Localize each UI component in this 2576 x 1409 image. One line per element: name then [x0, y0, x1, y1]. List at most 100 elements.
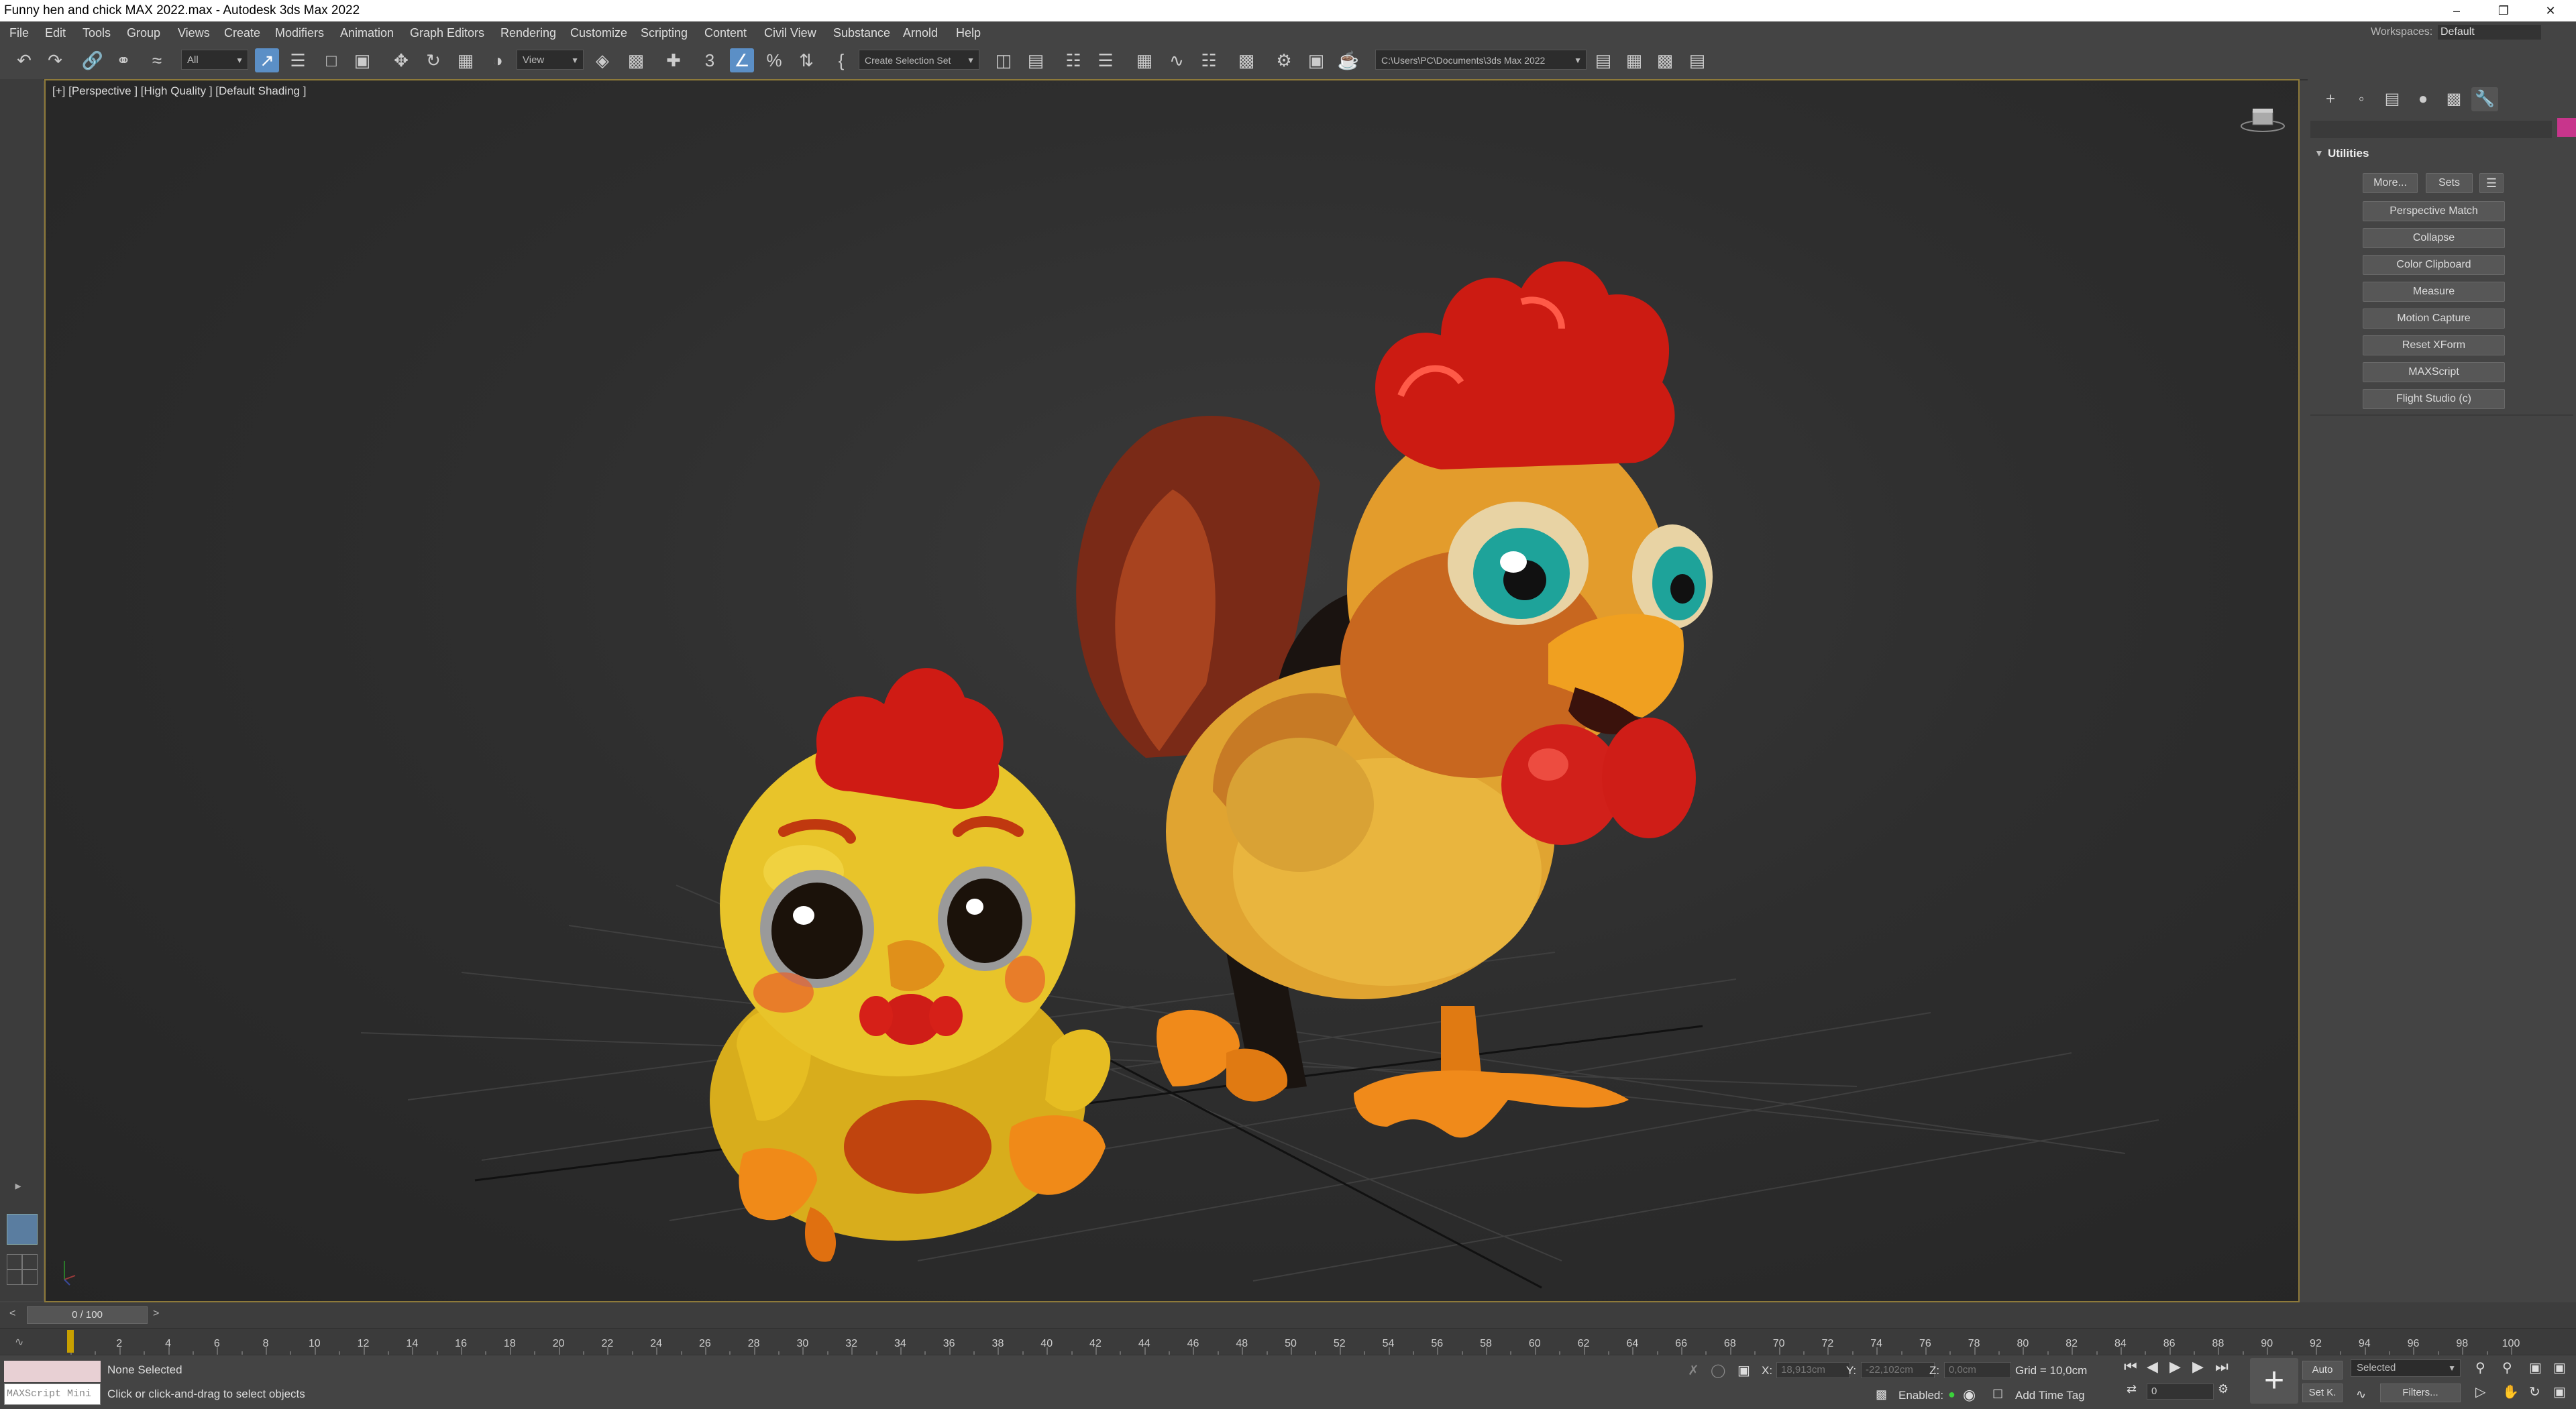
z-coord-field[interactable]: 0,0cm	[1944, 1362, 2011, 1378]
restore-icon[interactable]: ❐	[2483, 0, 2524, 21]
mirror-icon[interactable]: ◫	[991, 48, 1016, 72]
y-coord-field[interactable]: -22,102cm	[1861, 1362, 1935, 1378]
time-slider[interactable]: < 0 / 100 >	[0, 1302, 2576, 1328]
color-clipboard-button[interactable]: Color Clipboard	[2363, 255, 2505, 275]
display-tab-icon[interactable]: ▩	[2440, 87, 2467, 111]
layer-explorer-icon[interactable]: ☰	[1093, 48, 1118, 72]
rotate-icon[interactable]: ↻	[421, 48, 445, 72]
menu-scripting[interactable]: Scripting	[641, 26, 688, 40]
pivot-center-icon[interactable]: ◈	[590, 48, 614, 72]
current-frame-field[interactable]: 0	[2147, 1384, 2214, 1400]
rendered-frame-window-icon[interactable]: ▣	[1304, 48, 1328, 72]
orbit-icon[interactable]: ↻	[2529, 1384, 2540, 1400]
scene-explorer-icon[interactable]: ☷	[1061, 48, 1085, 72]
adaptive-degradation-icon[interactable]: ▩	[1876, 1388, 1887, 1402]
minimize-icon[interactable]: –	[2436, 0, 2477, 21]
lock-selection-icon[interactable]: ◯	[1711, 1362, 1725, 1379]
scale-icon[interactable]: ▦	[453, 48, 478, 72]
key-mode-toggle-icon[interactable]: ⇄	[2127, 1382, 2137, 1396]
zoom-icon[interactable]: ⚲	[2475, 1359, 2485, 1376]
toggle-ribbon-icon[interactable]: ▦	[1132, 48, 1157, 72]
object-name-bar[interactable]	[2310, 121, 2552, 138]
menu-group[interactable]: Group	[127, 26, 160, 40]
edit-named-selection-icon[interactable]: {	[829, 48, 853, 72]
menu-create[interactable]: Create	[224, 26, 260, 40]
default-in-out-tangent-icon[interactable]: ∿	[2356, 1388, 2366, 1402]
undo-icon[interactable]: ↶	[12, 48, 36, 72]
keyboard-shortcut-icon[interactable]: ✚	[661, 48, 686, 72]
project-folder-icon[interactable]: ▩	[1653, 48, 1677, 72]
close-icon[interactable]: ✕	[2530, 0, 2571, 21]
render-setup-icon[interactable]: ⚙	[1272, 48, 1296, 72]
menu-content[interactable]: Content	[704, 26, 747, 40]
time-tag-toggle-icon[interactable]: ◉	[1963, 1386, 1976, 1404]
link-icon[interactable]: 🔗	[80, 48, 105, 72]
previous-frame-icon[interactable]: ◀	[2147, 1358, 2158, 1375]
unlink-icon[interactable]: ⚭	[111, 48, 136, 72]
material-editor-icon[interactable]: ▩	[1234, 48, 1258, 72]
select-and-manipulate-icon[interactable]: ▩	[624, 48, 648, 72]
absolute-mode-icon[interactable]: ▣	[1737, 1362, 1750, 1379]
perspective-viewport[interactable]: [+] [Perspective ] [High Quality ] [Defa…	[44, 79, 2300, 1302]
menu-tools[interactable]: Tools	[83, 26, 111, 40]
selection-filter-dropdown[interactable]: All ▼	[181, 50, 248, 70]
maxscript-mini-listener[interactable]: MAXScript Mini	[4, 1384, 101, 1405]
menu-modifiers[interactable]: Modifiers	[275, 26, 324, 40]
percent-snap-icon[interactable]: %	[762, 48, 786, 72]
current-frame-marker[interactable]	[67, 1330, 74, 1353]
redo-icon[interactable]: ↷	[43, 48, 67, 72]
angle-snap-icon[interactable]: ∠	[730, 48, 754, 72]
motion-capture-button[interactable]: Motion Capture	[2363, 308, 2505, 329]
zoom-extents-all-icon[interactable]: ▣	[2553, 1359, 2566, 1376]
named-selection-dropdown[interactable]: Create Selection Set ▼	[859, 50, 979, 70]
perspective-match-button[interactable]: Perspective Match	[2363, 201, 2505, 221]
measure-button[interactable]: Measure	[2363, 282, 2505, 302]
mini-curve-editor-icon[interactable]: ∿	[15, 1335, 23, 1349]
menu-views[interactable]: Views	[178, 26, 210, 40]
render-production-icon[interactable]: ☕	[1336, 48, 1360, 72]
open-explorer-icon[interactable]: ▤	[1591, 48, 1615, 72]
more-button[interactable]: More...	[2363, 173, 2418, 193]
set-project-folder-icon[interactable]: ▦	[1622, 48, 1646, 72]
set-key-icon[interactable]: +	[2250, 1358, 2298, 1404]
place-icon[interactable]: ◑	[486, 48, 510, 72]
track-bar[interactable]: ∿ 2 4 6 8 10 12 14 16 18 20 22 24 26 28 30 32 34 36 38 40 42…	[0, 1328, 2576, 1355]
menu-animation[interactable]: Animation	[340, 26, 394, 40]
flight-studio-button[interactable]: Flight Studio (c)	[2363, 389, 2505, 409]
next-frame-icon[interactable]: ▶	[2192, 1358, 2204, 1375]
add-time-tag[interactable]: Add Time Tag	[2015, 1389, 2085, 1402]
reset-xform-button[interactable]: Reset XForm	[2363, 335, 2505, 355]
spinner-snap-icon[interactable]: ⇅	[794, 48, 818, 72]
window-crossing-icon[interactable]: ▣	[350, 48, 374, 72]
schematic-view-icon[interactable]: ☷	[1197, 48, 1221, 72]
hierarchy-tab-icon[interactable]: ▤	[2379, 87, 2406, 111]
collapse-button[interactable]: Collapse	[2363, 228, 2505, 248]
menu-graph-editors[interactable]: Graph Editors	[410, 26, 484, 40]
curve-editor-icon[interactable]: ∿	[1165, 48, 1189, 72]
zoom-all-icon[interactable]: ⚲	[2502, 1359, 2512, 1376]
zoom-extents-icon[interactable]: ▣	[2529, 1359, 2542, 1376]
create-tab-icon[interactable]: +	[2317, 87, 2344, 111]
workspace-select[interactable]: Default	[2438, 25, 2541, 40]
rectangular-selection-icon[interactable]: □	[319, 48, 343, 72]
utilities-rollout-header[interactable]: ▼ Utilities	[2312, 145, 2573, 164]
auto-key-button[interactable]: Auto	[2302, 1361, 2343, 1379]
menu-customize[interactable]: Customize	[570, 26, 627, 40]
key-filters-button[interactable]: Filters...	[2380, 1384, 2461, 1402]
move-icon[interactable]: ✥	[389, 48, 413, 72]
select-by-name-icon[interactable]: ☰	[286, 48, 310, 72]
go-to-start-icon[interactable]: ⏮	[2124, 1358, 2137, 1375]
pan-view-icon[interactable]: ✋	[2502, 1384, 2519, 1400]
utilities-tab-icon[interactable]: 🔧	[2471, 87, 2498, 111]
sets-button[interactable]: Sets	[2426, 173, 2473, 193]
set-key-button[interactable]: Set K.	[2302, 1384, 2343, 1402]
bind-space-warp-icon[interactable]: ≈	[145, 48, 169, 72]
project-folder-dropdown[interactable]: C:\Users\PC\Documents\3ds Max 2022 ▼	[1375, 50, 1587, 70]
viewport-layout-single[interactable]	[7, 1214, 38, 1245]
time-configuration-icon[interactable]: ⚙	[2218, 1382, 2229, 1396]
key-filter-dropdown[interactable]: Selected ▼	[2351, 1359, 2461, 1377]
time-tag-icon[interactable]: ☐	[1992, 1388, 2003, 1402]
time-slider-thumb[interactable]: 0 / 100	[27, 1306, 148, 1324]
expand-arrow-icon[interactable]: ▸	[9, 1179, 27, 1196]
go-to-end-icon[interactable]: ⏭	[2215, 1358, 2229, 1375]
